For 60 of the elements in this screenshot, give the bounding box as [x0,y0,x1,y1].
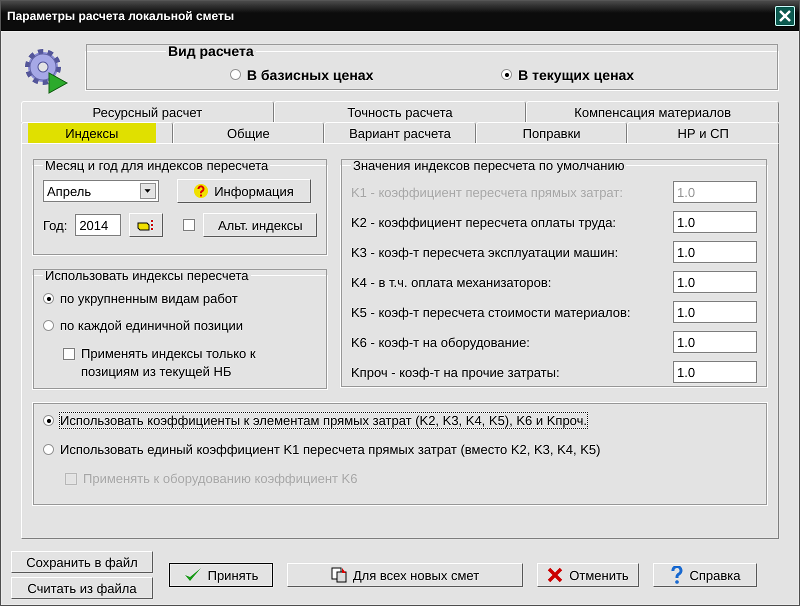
radio-button[interactable] [43,444,54,455]
tab[interactable]: Общие [172,122,324,143]
help-button[interactable]: Справка [653,563,757,587]
coefficient-label: K5 - коэф-т пересчета стоимости материалов: [351,304,630,320]
coefficient-label: Kпроч - коэф-т на прочие затраты: [351,364,560,380]
coefficient-label: K1 - коэффициент пересчета прямых затрат: [351,184,623,200]
radio-option[interactable]: по каждой единичной позиции [43,318,317,333]
coefficient-field[interactable]: 1.0 [673,211,757,233]
question-icon [670,566,684,584]
radio-button[interactable] [43,415,54,426]
file-button[interactable]: Считать из файла [11,577,153,599]
coefficient-field[interactable]: 1.0 [673,331,757,353]
check-icon [184,567,202,583]
tab[interactable]: Поправки [476,122,628,143]
close-icon [779,10,791,22]
coefficient-field[interactable]: 1.0 [673,241,757,263]
coefficient-field[interactable]: 1.0 [673,271,757,293]
tab[interactable]: Ресурсный расчет [21,101,274,122]
group-title: Вид расчета [167,43,255,59]
coefficient-field[interactable]: 1.0 [673,301,757,323]
cancel-button[interactable]: Отменить [537,563,639,587]
radio-button[interactable] [43,320,54,331]
file-button[interactable]: Сохранить в файл [11,551,153,573]
coefficient-label: K2 - коэффициент пересчета оплаты труда: [351,214,616,230]
radio-option[interactable]: Использовать единый коэффициент K1 пересчета прямых затрат (вместо K2, K3, K4, K5) [43,442,757,457]
checkbox-label[interactable]: Применять индексы только к позициям из текущей НБ [81,345,281,381]
radio-option[interactable]: В базисных ценах [230,66,374,82]
alt-indices-button[interactable]: Альт. индексы [203,213,318,237]
radio-option[interactable]: по укрупненным видам работ [43,291,317,306]
group-title: Месяц и год для индексов пересчета [44,158,270,173]
year-label: Год: [43,218,68,232]
tab[interactable]: НР и СП [627,122,779,143]
info-button[interactable]: Информация [177,179,311,203]
picker-button[interactable] [129,213,164,237]
coefficient-field[interactable]: 1.0 [673,361,757,383]
all-button[interactable]: Для всех новых смет [287,563,523,587]
radio-option[interactable]: В текущих ценах [501,66,634,82]
cross-icon [547,567,564,583]
tab[interactable]: Компенсация материалов [526,101,780,122]
coefficient-label: K3 - коэф-т пересчета эксплуатации машин: [351,244,618,260]
window-title: Параметры расчета локальной сметы [7,9,234,23]
tab[interactable]: Точность расчета [274,101,526,122]
close-button[interactable] [775,6,795,26]
tab[interactable]: Вариант расчета [324,122,476,143]
coefficient-label: K6 - коэф-т на оборудование: [351,334,530,350]
group-title: Значения индексов пересчета по умолчанию [352,158,626,173]
radio-button[interactable] [43,293,54,304]
year-field[interactable]: 2014 [75,214,122,236]
checkbox[interactable] [63,348,75,360]
accept-button[interactable]: Принять [169,563,273,587]
month-dropdown[interactable]: Апрель [43,180,159,202]
radio-button[interactable] [230,69,241,80]
question-icon [194,184,208,198]
radio-option[interactable]: Использовать коэффициенты к элементам прямых затрат (K2, K3, K4, K5), K6 и Kпроч. [43,413,757,428]
radio-button[interactable] [501,69,512,80]
coefficient-label: K4 - в т.ч. оплата механизаторов: [351,274,552,290]
alt-checkbox[interactable] [183,219,196,231]
tab[interactable]: Индексы [21,122,173,143]
document-icon [330,567,347,583]
group-title: Использовать индексы пересчета [44,268,250,283]
